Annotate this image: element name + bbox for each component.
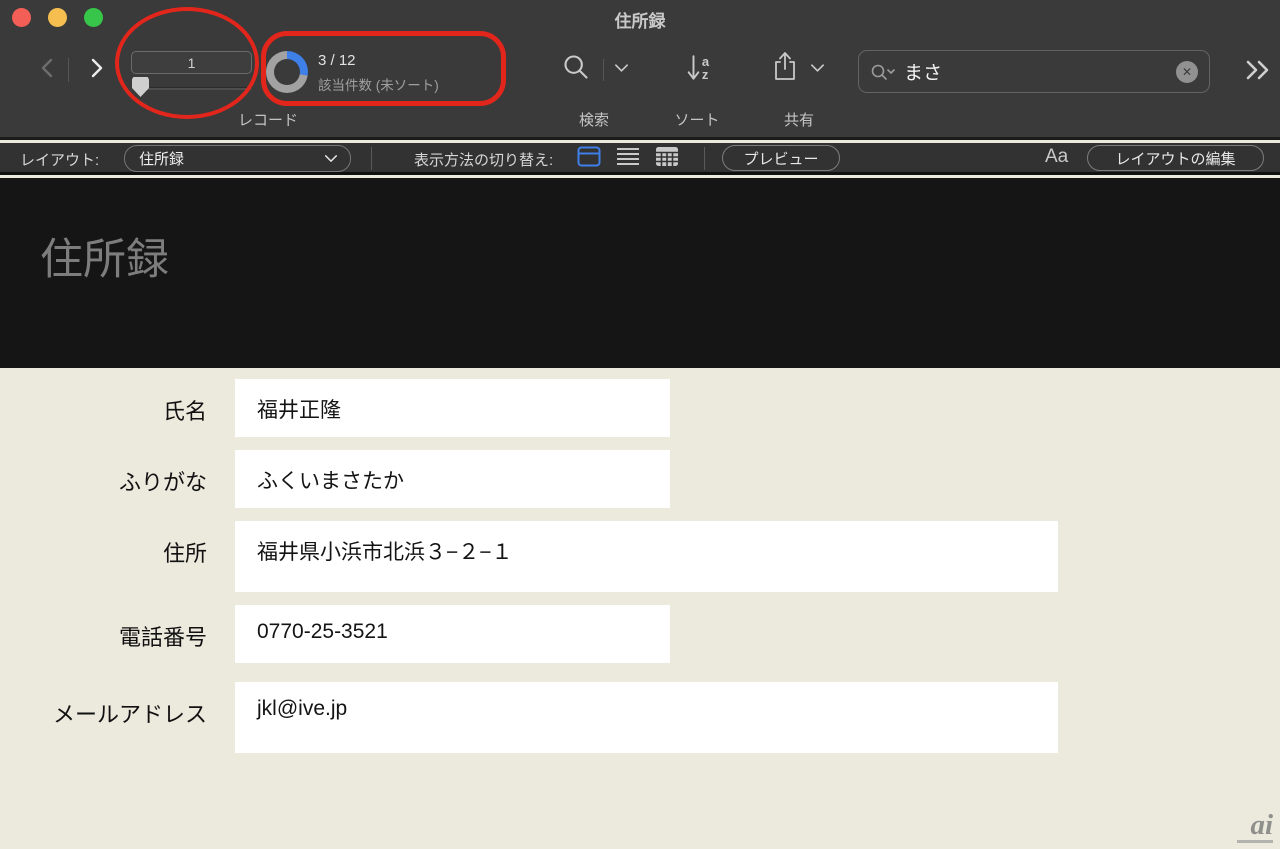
field-label: 電話番号 [118,625,207,650]
search-icon [562,53,590,86]
field-input[interactable]: 0770-25-3521 [235,605,670,663]
field-value: 福井正隆 [257,399,341,422]
find-label: 検索 [578,112,609,129]
formatting-bar-button[interactable]: Aa [1045,146,1068,168]
field-value: 0770-25-3521 [257,620,388,643]
watermark: ai [1237,808,1273,843]
double-chevron-right-icon [1244,60,1272,86]
chevron-down-icon [324,155,338,162]
table-view-button[interactable] [655,146,679,172]
field-label: 氏名 [162,399,207,424]
record-slider-thumb[interactable] [132,77,149,97]
field-value: 福井県小浜市北浜３−２−１ [257,541,513,564]
field-row: メールアドレス jkl@ive.jp [0,682,1280,753]
find-divider [603,59,604,81]
list-view-button[interactable] [616,146,640,172]
layout-label: レイアウト: [20,152,100,169]
table-view-icon [655,146,679,172]
next-record-button[interactable] [84,56,110,84]
sort-letter-z: z [701,67,709,82]
record-label: レコード [237,112,298,129]
toolbar-overflow-button[interactable] [1244,58,1272,87]
chevron-right-icon [89,57,105,84]
field-row: 住所 福井県小浜市北浜３−２−１ [0,521,1280,592]
quick-find-input[interactable] [904,60,1176,83]
list-view-icon [616,146,640,172]
form-view-icon [577,146,601,172]
field-value: jkl@ive.jp [257,697,348,720]
preview-button[interactable]: プレビュー [722,145,840,171]
share-menu-button[interactable] [808,63,826,75]
record-slider-track[interactable] [134,87,252,90]
window-title: 住所録 [614,12,666,31]
layout-bar: レイアウト: 住所録 表示方法の切り替え: プレビュー Aa レイアウトの編集 [0,143,1280,175]
share-button[interactable] [770,50,800,86]
share-label: 共有 [783,112,814,129]
layout-bar-divider [704,147,705,170]
chevron-left-icon [39,57,55,84]
record-number-box[interactable] [131,51,252,74]
field-input[interactable]: 福井県小浜市北浜３−２−１ [235,521,1058,592]
field-label: 住所 [162,541,207,566]
found-set-pie-chart[interactable] [266,51,308,93]
sort-az-icon: a z [687,53,709,83]
layout-header-band: 住所録 [0,178,1280,368]
view-switch-label: 表示方法の切り替え: [414,152,554,169]
find-button[interactable] [560,53,592,85]
sort-button[interactable]: a z [680,51,716,85]
found-status: 該当件数 (未ソート) [318,78,439,93]
found-count: 3 / 12 [318,52,356,69]
nav-divider [68,58,69,82]
sort-label: ソート [674,112,720,129]
layout-selector-dropdown[interactable]: 住所録 [124,145,351,172]
layout-header-title: 住所録 [40,236,169,284]
field-input[interactable]: jkl@ive.jp [235,682,1058,753]
form-fields: 氏名 福井正隆 ふりがな ふくいまさたか 住所 福井県小浜市北浜３−２−１ 電話… [0,379,1280,753]
previous-record-button[interactable] [34,56,60,84]
filemaker-window: 住所録 レコード 3 / 12 該当件数 (未ソート) [0,0,1280,849]
clear-search-button[interactable]: ✕ [1176,60,1198,83]
layout-bar-divider [371,147,372,170]
record-form: 氏名 福井正隆 ふりがな ふくいまさたか 住所 福井県小浜市北浜３−２−１ 電話… [0,368,1280,849]
field-label: ふりがな [118,470,207,495]
edit-layout-button[interactable]: レイアウトの編集 [1087,145,1264,171]
field-row: 電話番号 0770-25-3521 [0,605,1280,663]
field-row: 氏名 福井正隆 [0,379,1280,437]
field-value: ふくいまさたか [257,470,404,493]
close-window-button[interactable] [12,8,31,27]
field-input[interactable]: 福井正隆 [235,379,670,437]
search-menu-icon[interactable] [870,63,896,81]
find-menu-button[interactable] [612,63,630,75]
toolbar: 住所録 レコード 3 / 12 該当件数 (未ソート) [0,0,1280,140]
field-input[interactable]: ふくいまさたか [235,450,670,508]
record-number-input[interactable] [132,52,251,73]
field-row: ふりがな ふくいまさたか [0,450,1280,508]
zoom-window-button[interactable] [84,8,103,27]
chevron-down-icon [614,60,629,78]
form-view-button[interactable] [577,146,601,172]
close-icon: ✕ [1181,64,1193,79]
quick-find-field[interactable]: ✕ [858,50,1210,93]
minimize-window-button[interactable] [48,8,67,27]
watermark-logo: ai [1250,808,1273,841]
layout-selected-value: 住所録 [139,151,185,168]
share-icon [772,50,798,87]
chevron-down-icon [810,60,825,78]
field-label: メールアドレス [52,702,207,727]
